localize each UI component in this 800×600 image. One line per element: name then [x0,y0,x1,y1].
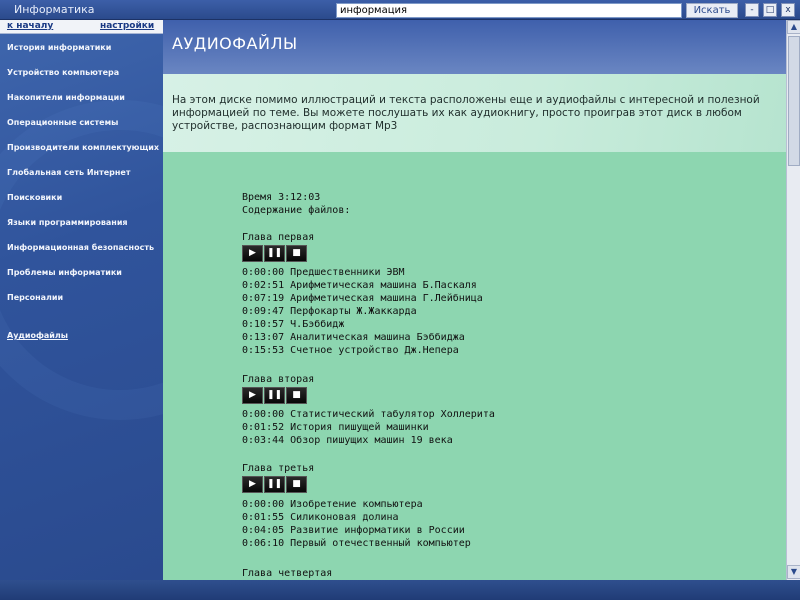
sidebar-top-nav: к началу настройки [0,20,163,34]
pause-button[interactable]: ❚❚ [264,387,285,404]
home-link[interactable]: к началу [7,21,53,31]
sidebar-item-os[interactable]: Операционные системы [7,118,118,127]
stop-button[interactable]: ■ [286,476,307,493]
scroll-down-icon[interactable]: ▼ [787,565,800,579]
vertical-scrollbar[interactable]: ▲ ▼ [786,20,800,580]
track-item: 0:06:10 Первый отечественный компьютер [242,538,471,549]
section-title: Глава вторая [242,374,315,385]
pause-button[interactable]: ❚❚ [264,476,285,493]
track-item: 0:00:00 Предшественники ЭВМ [242,267,405,278]
sidebar-item-manufacturers[interactable]: Производители комплектующих [7,143,159,152]
track-item: 0:04:05 Развитие информатики в России [242,525,465,536]
intro-text: На этом диске помимо иллюстраций и текст… [163,74,786,152]
sidebar-item-persons[interactable]: Персоналии [7,293,63,302]
maximize-button[interactable]: □ [763,3,777,17]
audio-player: ▶ ❚❚ ■ [242,387,310,404]
sidebar-item-internet[interactable]: Глобальная сеть Интернет [7,168,130,177]
sidebar-item-languages[interactable]: Языки программирования [7,218,128,227]
pause-button[interactable]: ❚❚ [264,245,285,262]
track-item: 0:03:44 Обзор пишущих машин 19 века [242,435,453,446]
track-item: 0:07:19 Арифметическая машина Г.Лейбница [242,293,483,304]
sidebar-item-security[interactable]: Информационная безопасность [7,243,154,252]
sidebar-item-problems[interactable]: Проблемы информатики [7,268,122,277]
status-bar [0,580,800,600]
total-time: Время 3:12:03 [242,192,321,203]
section-title: Глава четвертая [242,568,333,579]
track-item: 0:01:55 Силиконовая долина [242,512,399,523]
search-input[interactable] [336,3,682,18]
section-title: Глава третья [242,463,315,474]
track-item: 0:01:52 История пишущей машинки [242,422,429,433]
sidebar-item-search-engines[interactable]: Поисковики [7,193,62,202]
track-item: 0:15:53 Счетное устройство Дж.Непера [242,345,459,356]
sidebar-item-history[interactable]: История информатики [7,43,111,52]
play-button[interactable]: ▶ [242,476,263,493]
track-item: 0:13:07 Аналитическая машина Бэббиджа [242,332,465,343]
play-button[interactable]: ▶ [242,245,263,262]
track-item: 0:09:47 Перфокарты Ж.Жаккарда [242,306,417,317]
audio-player: ▶ ❚❚ ■ [242,476,310,493]
page-title: АУДИОФАЙЛЫ [172,34,298,53]
sidebar-item-audio[interactable]: Аудиофайлы [7,331,68,340]
scroll-up-icon[interactable]: ▲ [787,20,800,34]
app-title: Информатика [14,3,95,16]
stop-button[interactable]: ■ [286,387,307,404]
track-item: 0:00:00 Статистический табулятор Холлери… [242,409,495,420]
sidebar-item-hardware[interactable]: Устройство компьютера [7,68,119,77]
page-header: АУДИОФАЙЛЫ [163,20,786,74]
title-bar: Информатика Искать - □ x [0,0,800,20]
main-content: АУДИОФАЙЛЫ На этом диске помимо иллюстра… [163,20,786,580]
sidebar-item-storage[interactable]: Накопители информации [7,93,125,102]
settings-link[interactable]: настройки [100,21,154,31]
audio-player: ▶ ❚❚ ■ [242,245,310,262]
track-item: 0:02:51 Арифметическая машина Б.Паскаля [242,280,477,291]
track-item: 0:10:57 Ч.Бэббидж [242,319,345,330]
section-title: Глава первая [242,232,315,243]
minimize-button[interactable]: - [745,3,759,17]
sidebar: к началу настройки История информатики У… [0,20,163,580]
track-item: 0:00:00 Изобретение компьютера [242,499,423,510]
search-button[interactable]: Искать [686,3,738,18]
contents-label: Содержание файлов: [242,205,351,216]
scroll-thumb[interactable] [788,36,800,166]
stop-button[interactable]: ■ [286,245,307,262]
close-button[interactable]: x [781,3,795,17]
play-button[interactable]: ▶ [242,387,263,404]
